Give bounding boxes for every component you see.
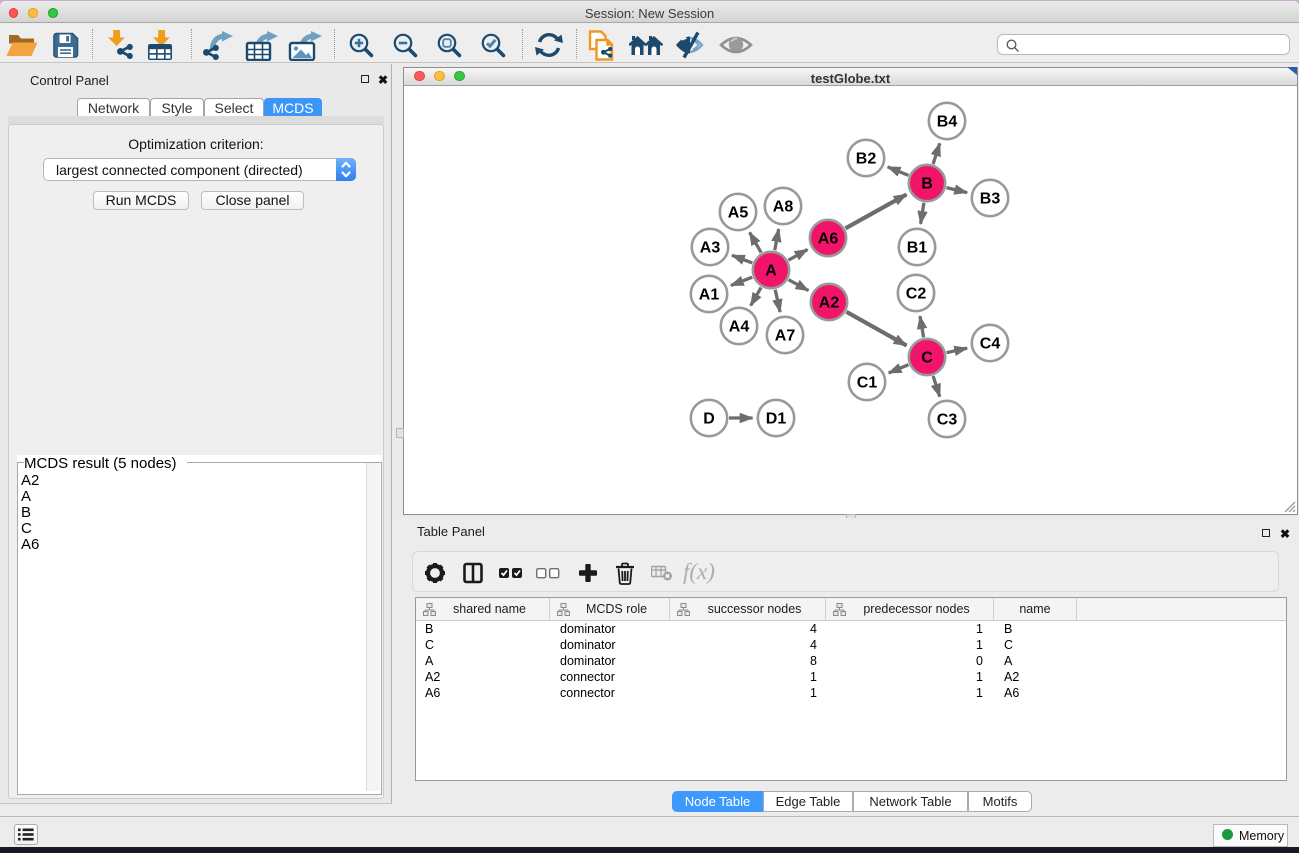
- svg-text:D: D: [703, 411, 715, 428]
- svg-text:A8: A8: [773, 199, 794, 216]
- svg-text:B2: B2: [856, 151, 877, 168]
- svg-text:C3: C3: [937, 412, 958, 429]
- svg-text:A6: A6: [818, 231, 839, 248]
- svg-text:D1: D1: [766, 411, 787, 428]
- svg-text:A4: A4: [729, 319, 750, 336]
- svg-text:C: C: [921, 350, 933, 367]
- svg-text:B: B: [921, 176, 933, 193]
- svg-text:A1: A1: [699, 287, 720, 304]
- svg-text:B3: B3: [980, 191, 1001, 208]
- svg-text:A5: A5: [728, 205, 749, 222]
- svg-text:B4: B4: [937, 114, 958, 131]
- svg-text:C2: C2: [906, 286, 927, 303]
- svg-text:A: A: [765, 263, 777, 280]
- svg-text:A2: A2: [819, 295, 840, 312]
- svg-text:C4: C4: [980, 336, 1001, 353]
- svg-text:B1: B1: [907, 240, 928, 257]
- svg-text:A3: A3: [700, 240, 721, 257]
- svg-text:C1: C1: [857, 375, 878, 392]
- svg-text:A7: A7: [775, 328, 796, 345]
